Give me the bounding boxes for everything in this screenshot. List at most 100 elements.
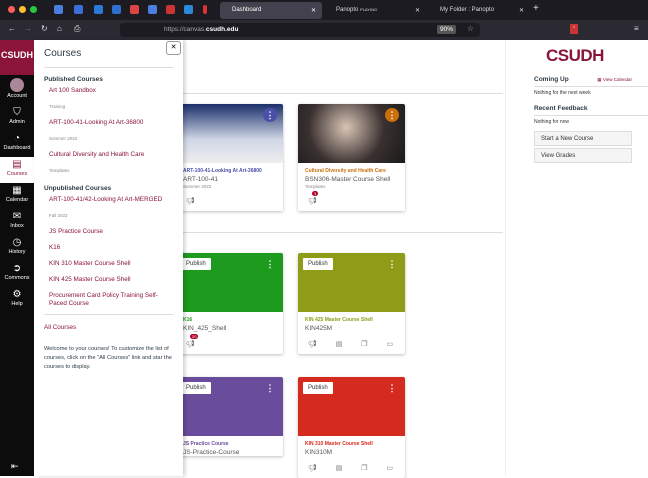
- bookmark-star-icon[interactable]: ☆: [467, 24, 474, 33]
- card-options-icon[interactable]: ⋮: [385, 381, 399, 395]
- course-link[interactable]: Art 100 Sandbox: [49, 87, 173, 95]
- home-icon[interactable]: ⌂: [57, 24, 62, 33]
- pinned-tab-icon[interactable]: [94, 5, 103, 14]
- nav-inbox[interactable]: ✉ Inbox: [0, 209, 34, 235]
- course-card[interactable]: Publish ⋮ KIN 425 Master Course Shell KIN…: [298, 253, 405, 354]
- tray-course[interactable]: ART-100-41/42-Looking At Art-MERGED Fall …: [44, 196, 173, 222]
- close-tray-button[interactable]: ✕: [166, 41, 181, 55]
- new-tab-icon[interactable]: +: [533, 3, 539, 14]
- url-input[interactable]: https://canvas.csudh.edu 90% ☆: [120, 23, 480, 37]
- discussions-icon[interactable]: ❐: [361, 464, 367, 472]
- pinned-tab-icon[interactable]: [148, 5, 157, 14]
- nav-dashboard[interactable]: ◔ Dashboard: [0, 131, 34, 157]
- publish-button[interactable]: Publish: [303, 258, 333, 270]
- course-link[interactable]: KIN 425 Master Course Shell: [49, 276, 173, 284]
- nav-calendar[interactable]: ▦ Calendar: [0, 183, 34, 209]
- course-card[interactable]: Publish ⋮ JS Practice Course JS-Practice-…: [176, 377, 283, 456]
- nav-help[interactable]: ⚙ Help: [0, 287, 34, 313]
- course-card[interactable]: Publish ⋮ K16 KIN_425_Shell 📢︎ 20: [176, 253, 283, 354]
- card-title[interactable]: ART-100-41-Looking At Art-36800: [183, 168, 283, 174]
- assignments-icon[interactable]: ▤: [336, 464, 343, 472]
- extension-icon[interactable]: 1: [570, 24, 578, 34]
- forward-icon[interactable]: →: [24, 24, 32, 33]
- tab-panopto[interactable]: Panopto PLAYING ✕: [324, 2, 426, 19]
- tray-course[interactable]: Cultural Diversity and Health Care Templa…: [44, 151, 173, 177]
- card-options-icon[interactable]: ⋮: [263, 381, 277, 395]
- tray-course[interactable]: Procurement Card Policy Training Self-Pa…: [44, 292, 173, 308]
- card-image: ⋮: [176, 104, 283, 163]
- course-link[interactable]: K16: [49, 244, 173, 252]
- files-icon[interactable]: ▭: [386, 464, 393, 472]
- card-options-icon[interactable]: ⋮: [385, 108, 399, 122]
- publish-button[interactable]: Publish: [181, 258, 211, 270]
- announcements-icon[interactable]: 📢︎: [186, 340, 195, 348]
- tray-course[interactable]: K16: [44, 244, 173, 252]
- assignments-icon[interactable]: ▤: [336, 340, 343, 348]
- course-card[interactable]: ⋮ Cultural Diversity and Health Care BSN…: [298, 104, 405, 211]
- course-card[interactable]: Publish ⋮ KIN 310 Master Course Shell KIN…: [298, 377, 405, 478]
- publish-button[interactable]: Publish: [303, 382, 333, 394]
- course-link[interactable]: Cultural Diversity and Health Care: [49, 151, 173, 159]
- pinned-tab-icon[interactable]: [184, 5, 193, 14]
- pinned-tab-icon[interactable]: [203, 5, 207, 14]
- card-options-icon[interactable]: ⋮: [385, 257, 399, 271]
- tray-course[interactable]: JS Practice Course: [44, 228, 173, 236]
- collapse-nav-icon[interactable]: ⇤: [11, 461, 19, 472]
- card-title[interactable]: K16: [183, 317, 283, 323]
- card-title[interactable]: JS Practice Course: [183, 441, 283, 447]
- discussions-icon[interactable]: ❐: [361, 340, 367, 348]
- tab-my-folder[interactable]: My Folder : Panopto ✕: [428, 2, 530, 19]
- course-card[interactable]: ⋮ ART-100-41-Looking At Art-36800 ART-10…: [176, 104, 283, 211]
- view-calendar-link[interactable]: ▦ View Calendar: [597, 77, 632, 83]
- maximize-window-icon[interactable]: [30, 6, 37, 13]
- tray-course[interactable]: KIN 310 Master Course Shell: [44, 260, 173, 268]
- nav-history[interactable]: ◷ History: [0, 235, 34, 261]
- card-title[interactable]: Cultural Diversity and Health Care: [305, 168, 405, 174]
- close-tab-icon[interactable]: ✕: [311, 7, 316, 14]
- card-title[interactable]: KIN 425 Master Course Shell: [305, 317, 405, 323]
- dashboard-main: ⋮ ⋮ ART-100-41-Looking At Art-36800 ART-…: [176, 40, 513, 478]
- card-title[interactable]: KIN 310 Master Course Shell: [305, 441, 405, 447]
- announcements-icon[interactable]: 📢︎: [186, 197, 195, 205]
- all-courses-link[interactable]: All Courses: [44, 314, 173, 331]
- zoom-level[interactable]: 90%: [436, 25, 456, 34]
- course-link[interactable]: KIN 310 Master Course Shell: [49, 260, 173, 268]
- close-window-icon[interactable]: [8, 6, 15, 13]
- pinned-tab-icon[interactable]: [112, 5, 121, 14]
- pinned-tab-icon[interactable]: [54, 5, 63, 14]
- gmail-tab-icon[interactable]: [130, 5, 139, 14]
- tray-course[interactable]: ART-100-41-Looking At Art-36800 Summer 20…: [44, 119, 173, 145]
- pinned-tab-icon[interactable]: [74, 5, 83, 14]
- minimize-window-icon[interactable]: [19, 6, 26, 13]
- course-link[interactable]: JS Practice Course: [49, 228, 173, 236]
- menu-icon[interactable]: ≡: [634, 24, 639, 33]
- announcements-icon[interactable]: 📢︎: [308, 197, 317, 205]
- back-icon[interactable]: ←: [8, 24, 16, 33]
- course-link[interactable]: ART-100-41-Looking At Art-36800: [49, 119, 173, 127]
- tab-dashboard[interactable]: Dashboard ✕: [220, 2, 322, 19]
- print-icon[interactable]: ⎙: [74, 24, 80, 34]
- announcements-icon[interactable]: 📢︎: [308, 340, 317, 348]
- nav-courses[interactable]: ▤ Courses: [0, 157, 34, 183]
- view-grades-button[interactable]: View Grades: [534, 148, 632, 163]
- announcements-icon[interactable]: 📢︎: [308, 464, 317, 472]
- course-link[interactable]: Procurement Card Policy Training Self-Pa…: [49, 292, 173, 308]
- csudh-logo[interactable]: CSUDH: [0, 40, 34, 75]
- publish-button[interactable]: Publish: [181, 382, 211, 394]
- files-icon[interactable]: ▭: [386, 340, 393, 348]
- close-tab-icon[interactable]: ✕: [415, 7, 420, 14]
- card-options-icon[interactable]: ⋮: [263, 257, 277, 271]
- nav-admin[interactable]: ⛉ Admin: [0, 105, 34, 131]
- reload-icon[interactable]: ↻: [41, 24, 48, 33]
- dashboard-icon: ◔: [13, 133, 21, 144]
- card-options-icon[interactable]: ⋮: [263, 108, 277, 122]
- close-tab-icon[interactable]: ✕: [519, 7, 524, 14]
- pinned-tab-icon[interactable]: [166, 5, 175, 14]
- nav-commons[interactable]: ➲ Commons: [0, 261, 34, 287]
- course-link[interactable]: ART-100-41/42-Looking At Art-MERGED: [49, 196, 173, 204]
- nav-account[interactable]: Account: [0, 75, 34, 105]
- tray-course[interactable]: Art 100 Sandbox Training: [44, 87, 173, 113]
- tray-course[interactable]: KIN 425 Master Course Shell: [44, 276, 173, 284]
- start-new-course-button[interactable]: Start a New Course: [534, 131, 632, 146]
- feedback-empty: Nothing for now: [534, 119, 570, 125]
